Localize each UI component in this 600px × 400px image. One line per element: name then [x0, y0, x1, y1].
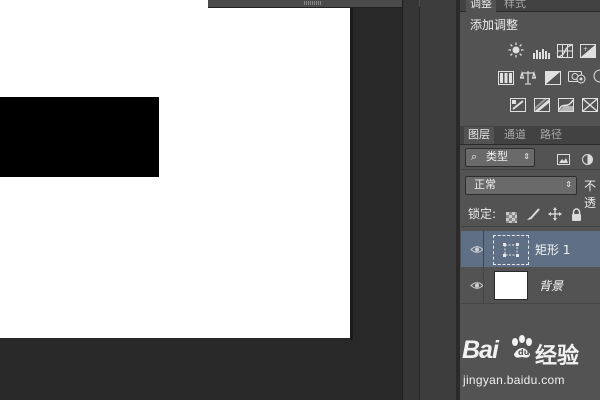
tab-layers[interactable]: 图层 [464, 127, 494, 144]
threshold-icon[interactable] [558, 97, 574, 116]
panel-divider [461, 169, 600, 170]
svg-text:+: + [583, 46, 588, 53]
blend-mode-select[interactable]: 正常 ⇕ [465, 176, 577, 195]
paw-icon: du [512, 335, 532, 358]
panel-grip-icon[interactable] [304, 1, 322, 5]
gradient-map-icon[interactable] [582, 97, 598, 116]
row-divider [483, 267, 484, 303]
layer-filter-select[interactable]: ⌕ 类型 ⇕ [465, 148, 535, 167]
curves-icon[interactable] [557, 43, 573, 62]
watermark-url: jingyan.baidu.com [463, 373, 565, 387]
layer-row-background[interactable]: 背景 [461, 267, 600, 303]
vertical-scrollbar[interactable] [402, 0, 419, 400]
tab-styles[interactable]: 样式 [500, 0, 530, 12]
shape-layer-thumbnail[interactable] [493, 235, 529, 265]
rectangle-shape-object[interactable] [0, 97, 159, 177]
layer-row-rectangle[interactable]: 矩形 1 [461, 231, 600, 267]
panel-dock-gutter [420, 0, 460, 400]
row-divider [483, 231, 484, 267]
layer-name[interactable]: 矩形 1 [535, 241, 570, 258]
lock-all-icon[interactable] [571, 206, 582, 225]
lock-label: 锁定: [468, 207, 497, 221]
blend-mode-value: 正常 [474, 178, 496, 191]
eye-icon[interactable] [470, 245, 484, 254]
lock-image-pixels-icon[interactable] [526, 206, 540, 225]
panel-divider [461, 226, 600, 227]
black-white-icon[interactable] [545, 70, 561, 89]
levels-icon[interactable] [532, 44, 552, 63]
adjustments-title: 添加调整 [470, 18, 519, 32]
svg-text:du: du [518, 348, 530, 357]
search-icon: ⌕ [471, 150, 478, 163]
lock-transparent-pixels-icon[interactable] [506, 208, 517, 227]
invert-icon[interactable] [510, 97, 526, 116]
baidu-jingyan-logo: Bai du 经验 [462, 335, 580, 369]
vibrance-icon[interactable] [498, 70, 514, 89]
adjustment-filter-icon[interactable] [582, 150, 593, 169]
photo-filter-icon[interactable] [568, 68, 586, 88]
channel-mixer-icon[interactable] [592, 68, 600, 88]
opacity-label: 不透 [584, 179, 597, 210]
pixel-filter-icon[interactable] [557, 150, 570, 169]
eye-icon[interactable] [470, 281, 484, 290]
layers-tabbar: 图层 通道 路径 [460, 126, 600, 145]
brightness-contrast-icon[interactable] [508, 42, 524, 62]
exposure-icon[interactable]: + [580, 43, 596, 62]
tab-adjustments[interactable]: 调整 [466, 0, 496, 12]
layer-name[interactable]: 背景 [539, 277, 563, 294]
stepper-arrows-icon: ⇕ [565, 180, 572, 189]
stepper-arrows-icon: ⇕ [523, 152, 530, 161]
tab-channels[interactable]: 通道 [500, 127, 530, 143]
posterize-icon[interactable] [534, 97, 550, 116]
tab-paths[interactable]: 路径 [536, 127, 566, 143]
layer-filter-value: 类型 [486, 150, 508, 163]
canvas-edge-shadow [350, 4, 353, 340]
background-layer-thumbnail[interactable] [494, 271, 528, 300]
color-balance-icon[interactable] [519, 70, 537, 89]
adjustments-tabbar: 调整 样式 [460, 0, 600, 12]
panel-divider [461, 303, 600, 304]
lock-position-icon[interactable] [548, 206, 562, 225]
